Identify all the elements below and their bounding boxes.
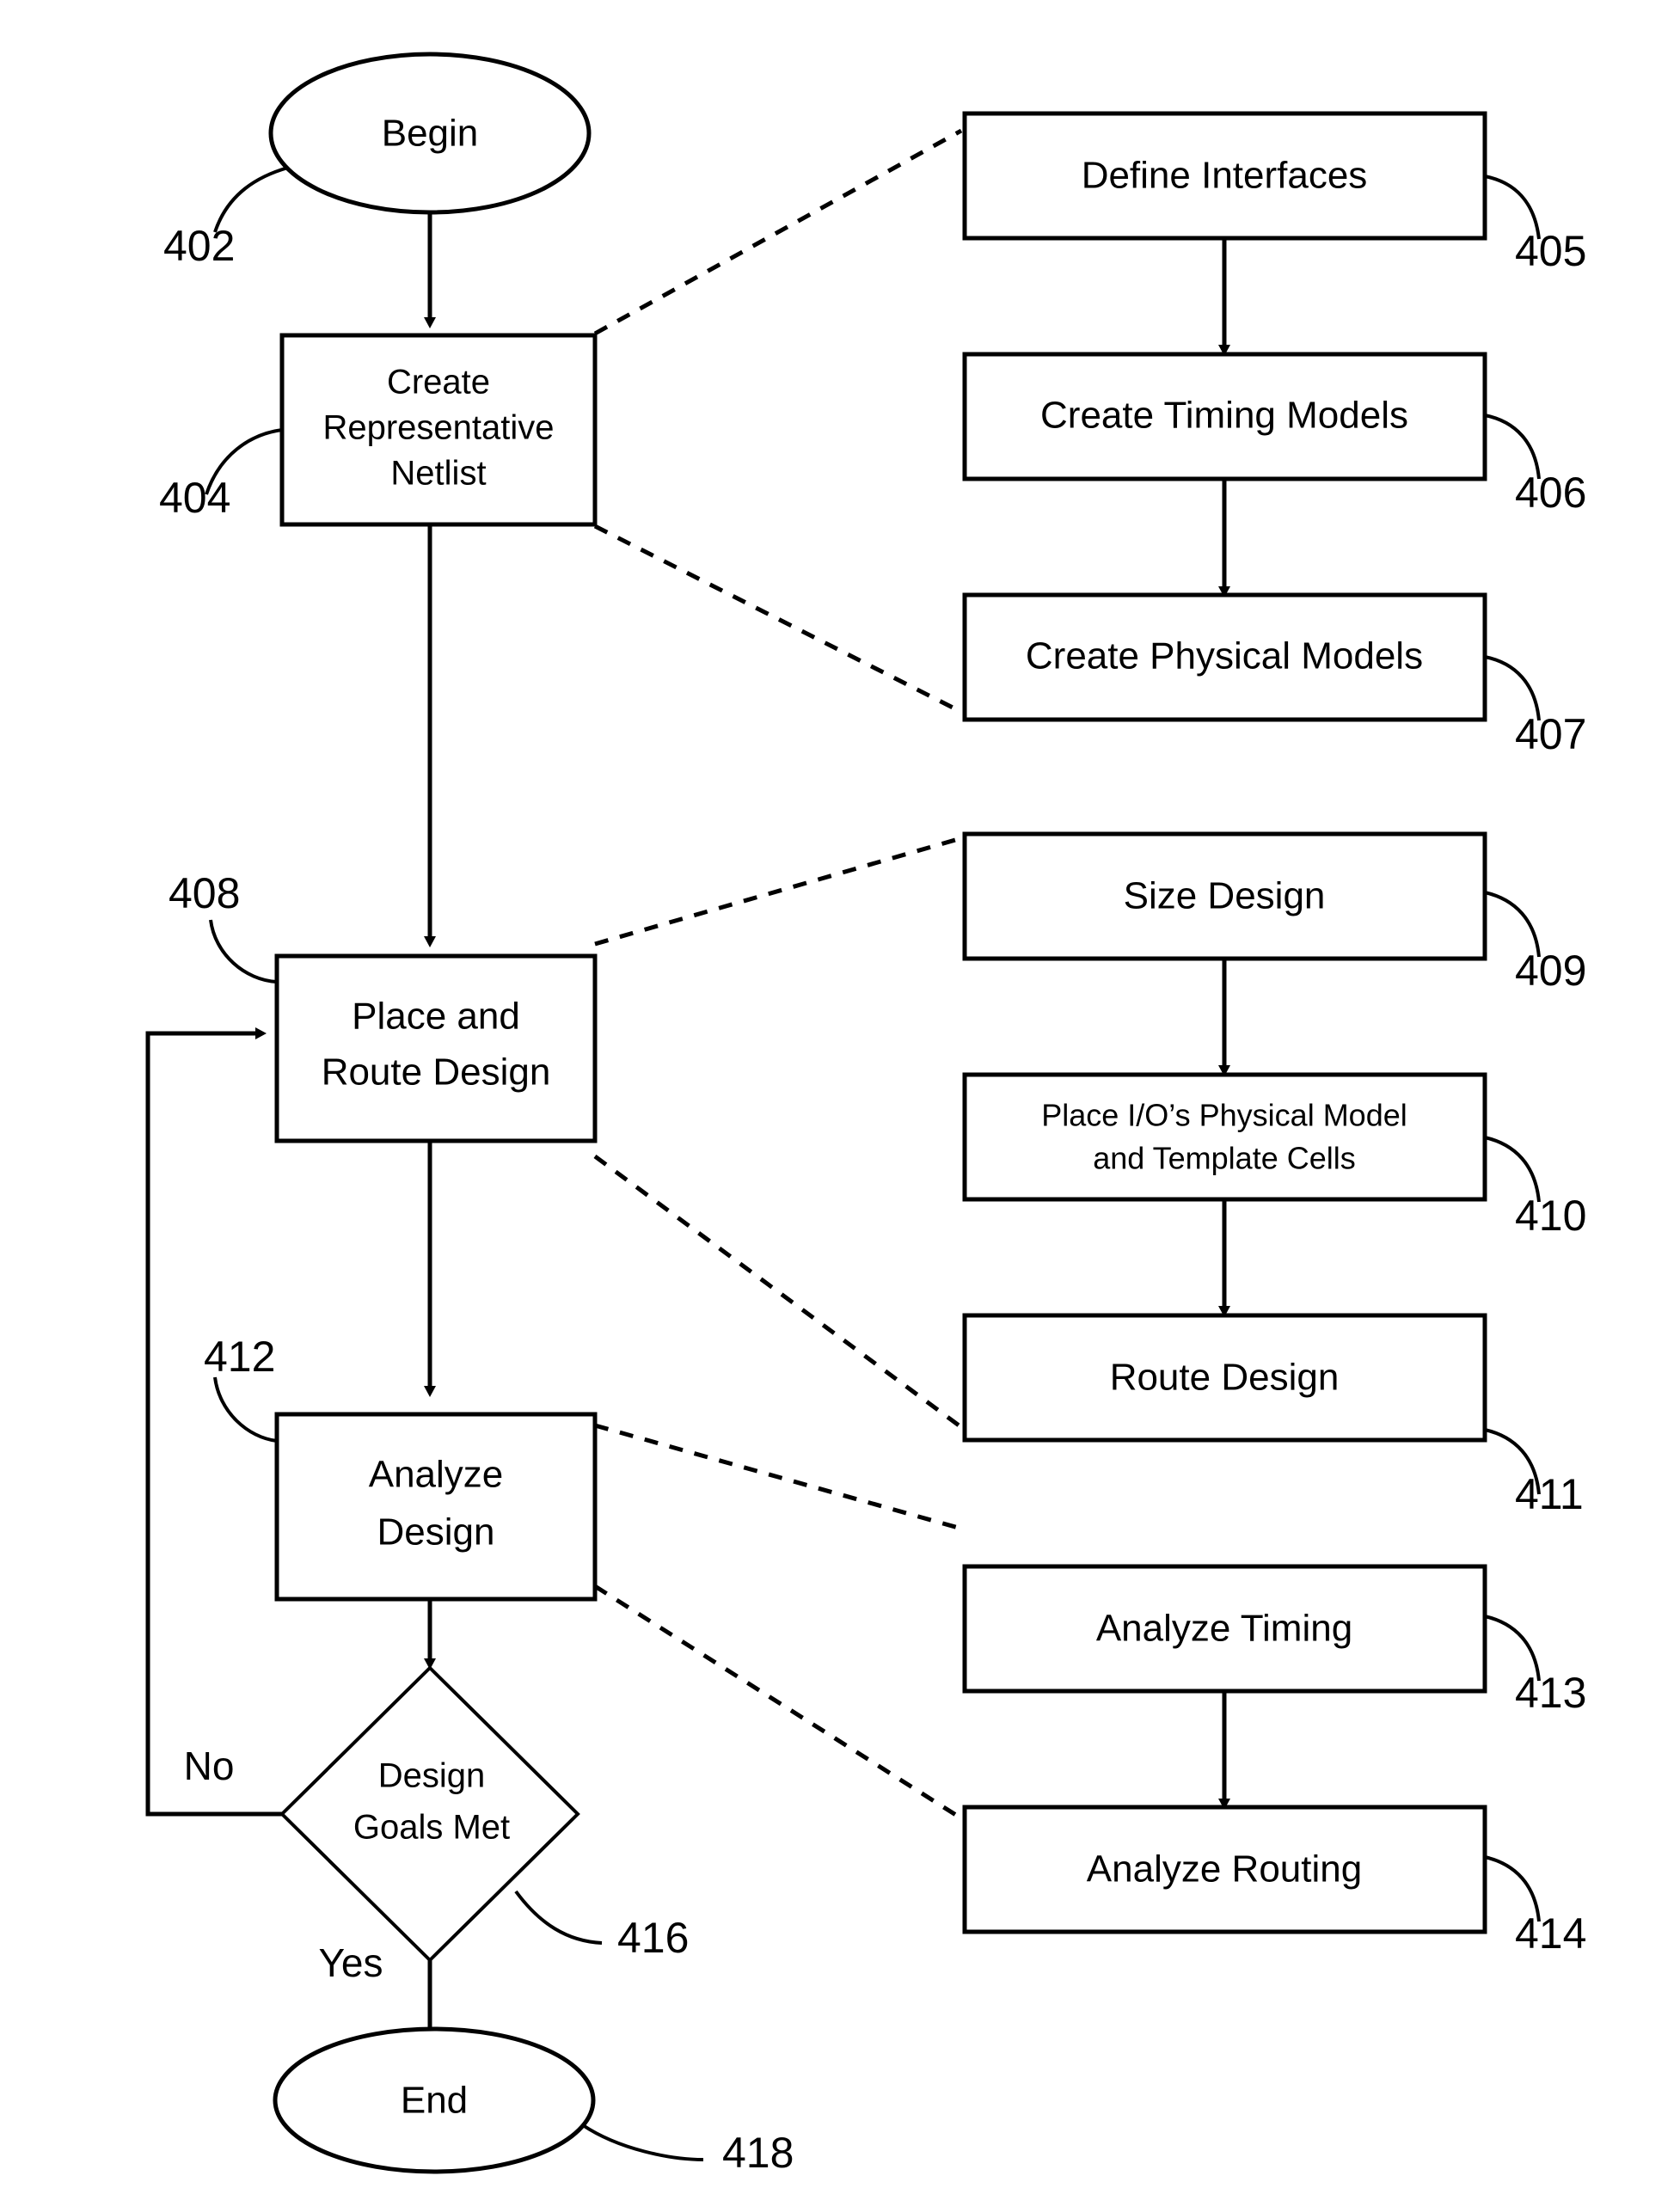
- ref-414: 414: [1515, 1909, 1586, 1958]
- create-physical-models-label: Create Physical Models: [1026, 635, 1423, 677]
- ref-418: 418: [722, 2129, 794, 2177]
- size-design-label: Size Design: [1124, 875, 1326, 917]
- node-analyze-routing: Analyze Routing: [962, 1805, 1487, 1934]
- node-decision-design-goals: Design Goals Met: [279, 1665, 580, 1963]
- route-design-label: Route Design: [1110, 1357, 1340, 1399]
- node-analyze-design: Analyze Design: [274, 1412, 598, 1602]
- ref-416: 416: [617, 1914, 689, 1962]
- figure-canvas: Begin 402 Create Representative Netlist …: [0, 0, 1680, 2188]
- leader-408: [209, 919, 278, 984]
- dashed-link-404-to-407: [593, 524, 963, 714]
- create-netlist-line1: Create: [387, 364, 490, 401]
- node-begin: Begin: [268, 52, 592, 215]
- place-io-rect: [962, 1072, 1487, 1202]
- ref-408: 408: [169, 869, 240, 917]
- dashed-link-408-to-409: [594, 836, 962, 947]
- node-route-design: Route Design: [962, 1313, 1487, 1443]
- ref-406: 406: [1515, 469, 1586, 517]
- ref-402: 402: [163, 222, 235, 270]
- node-create-physical-models: Create Physical Models: [962, 592, 1487, 722]
- leader-412: [213, 1376, 278, 1443]
- dashed-link-404-to-405: [593, 128, 963, 336]
- node-place-route: Place and Route Design: [274, 953, 598, 1143]
- leader-416: [514, 1890, 603, 1945]
- branch-label-yes: Yes: [318, 1940, 383, 1985]
- analyze-routing-label: Analyze Routing: [1087, 1848, 1362, 1891]
- place-route-line2: Route Design: [322, 1051, 551, 1094]
- ref-411: 411: [1515, 1470, 1584, 1518]
- ref-404: 404: [159, 474, 230, 522]
- analyze-design-line2: Design: [377, 1511, 495, 1554]
- analyze-design-line1: Analyze: [369, 1454, 504, 1496]
- node-create-netlist: Create Representative Netlist: [279, 333, 598, 527]
- node-place-io-physical-model: Place I/O’s Physical Model and Template …: [962, 1072, 1487, 1202]
- branch-label-no: No: [184, 1744, 235, 1788]
- place-io-line1: Place I/O’s Physical Model: [1041, 1098, 1407, 1133]
- ref-412: 412: [204, 1333, 275, 1381]
- end-label: End: [401, 2080, 468, 2122]
- node-size-design: Size Design: [962, 831, 1487, 961]
- ref-410: 410: [1515, 1192, 1586, 1240]
- ref-413: 413: [1515, 1669, 1586, 1717]
- place-io-line2: and Template Cells: [1093, 1141, 1356, 1176]
- node-analyze-timing: Analyze Timing: [962, 1564, 1487, 1694]
- analyze-design-rect: [274, 1412, 598, 1602]
- leader-418: [581, 2124, 704, 2161]
- analyze-timing-label: Analyze Timing: [1096, 1608, 1352, 1650]
- create-netlist-line2: Representative: [322, 409, 554, 447]
- decision-line2: Goals Met: [353, 1809, 510, 1847]
- node-end: End: [273, 2026, 596, 2174]
- flowchart-svg: Begin 402 Create Representative Netlist …: [145, 52, 1586, 2177]
- ref-405: 405: [1515, 227, 1586, 275]
- ref-407: 407: [1515, 710, 1586, 758]
- node-create-timing-models: Create Timing Models: [962, 352, 1487, 481]
- node-define-interfaces: Define Interfaces: [962, 111, 1487, 241]
- define-interfaces-label: Define Interfaces: [1082, 155, 1368, 197]
- dashed-link-412-to-414: [593, 1584, 963, 1821]
- dashed-link-408-to-411: [593, 1154, 963, 1430]
- begin-label: Begin: [382, 113, 479, 155]
- dashed-link-412-to-413: [594, 1423, 962, 1531]
- ref-409: 409: [1515, 947, 1586, 995]
- decision-line1: Design: [378, 1757, 486, 1795]
- place-route-line1: Place and: [352, 996, 520, 1038]
- create-netlist-line3: Netlist: [390, 455, 486, 493]
- place-route-rect: [274, 953, 598, 1143]
- edge-no-feedback: [145, 1027, 282, 1817]
- create-timing-models-label: Create Timing Models: [1040, 395, 1408, 437]
